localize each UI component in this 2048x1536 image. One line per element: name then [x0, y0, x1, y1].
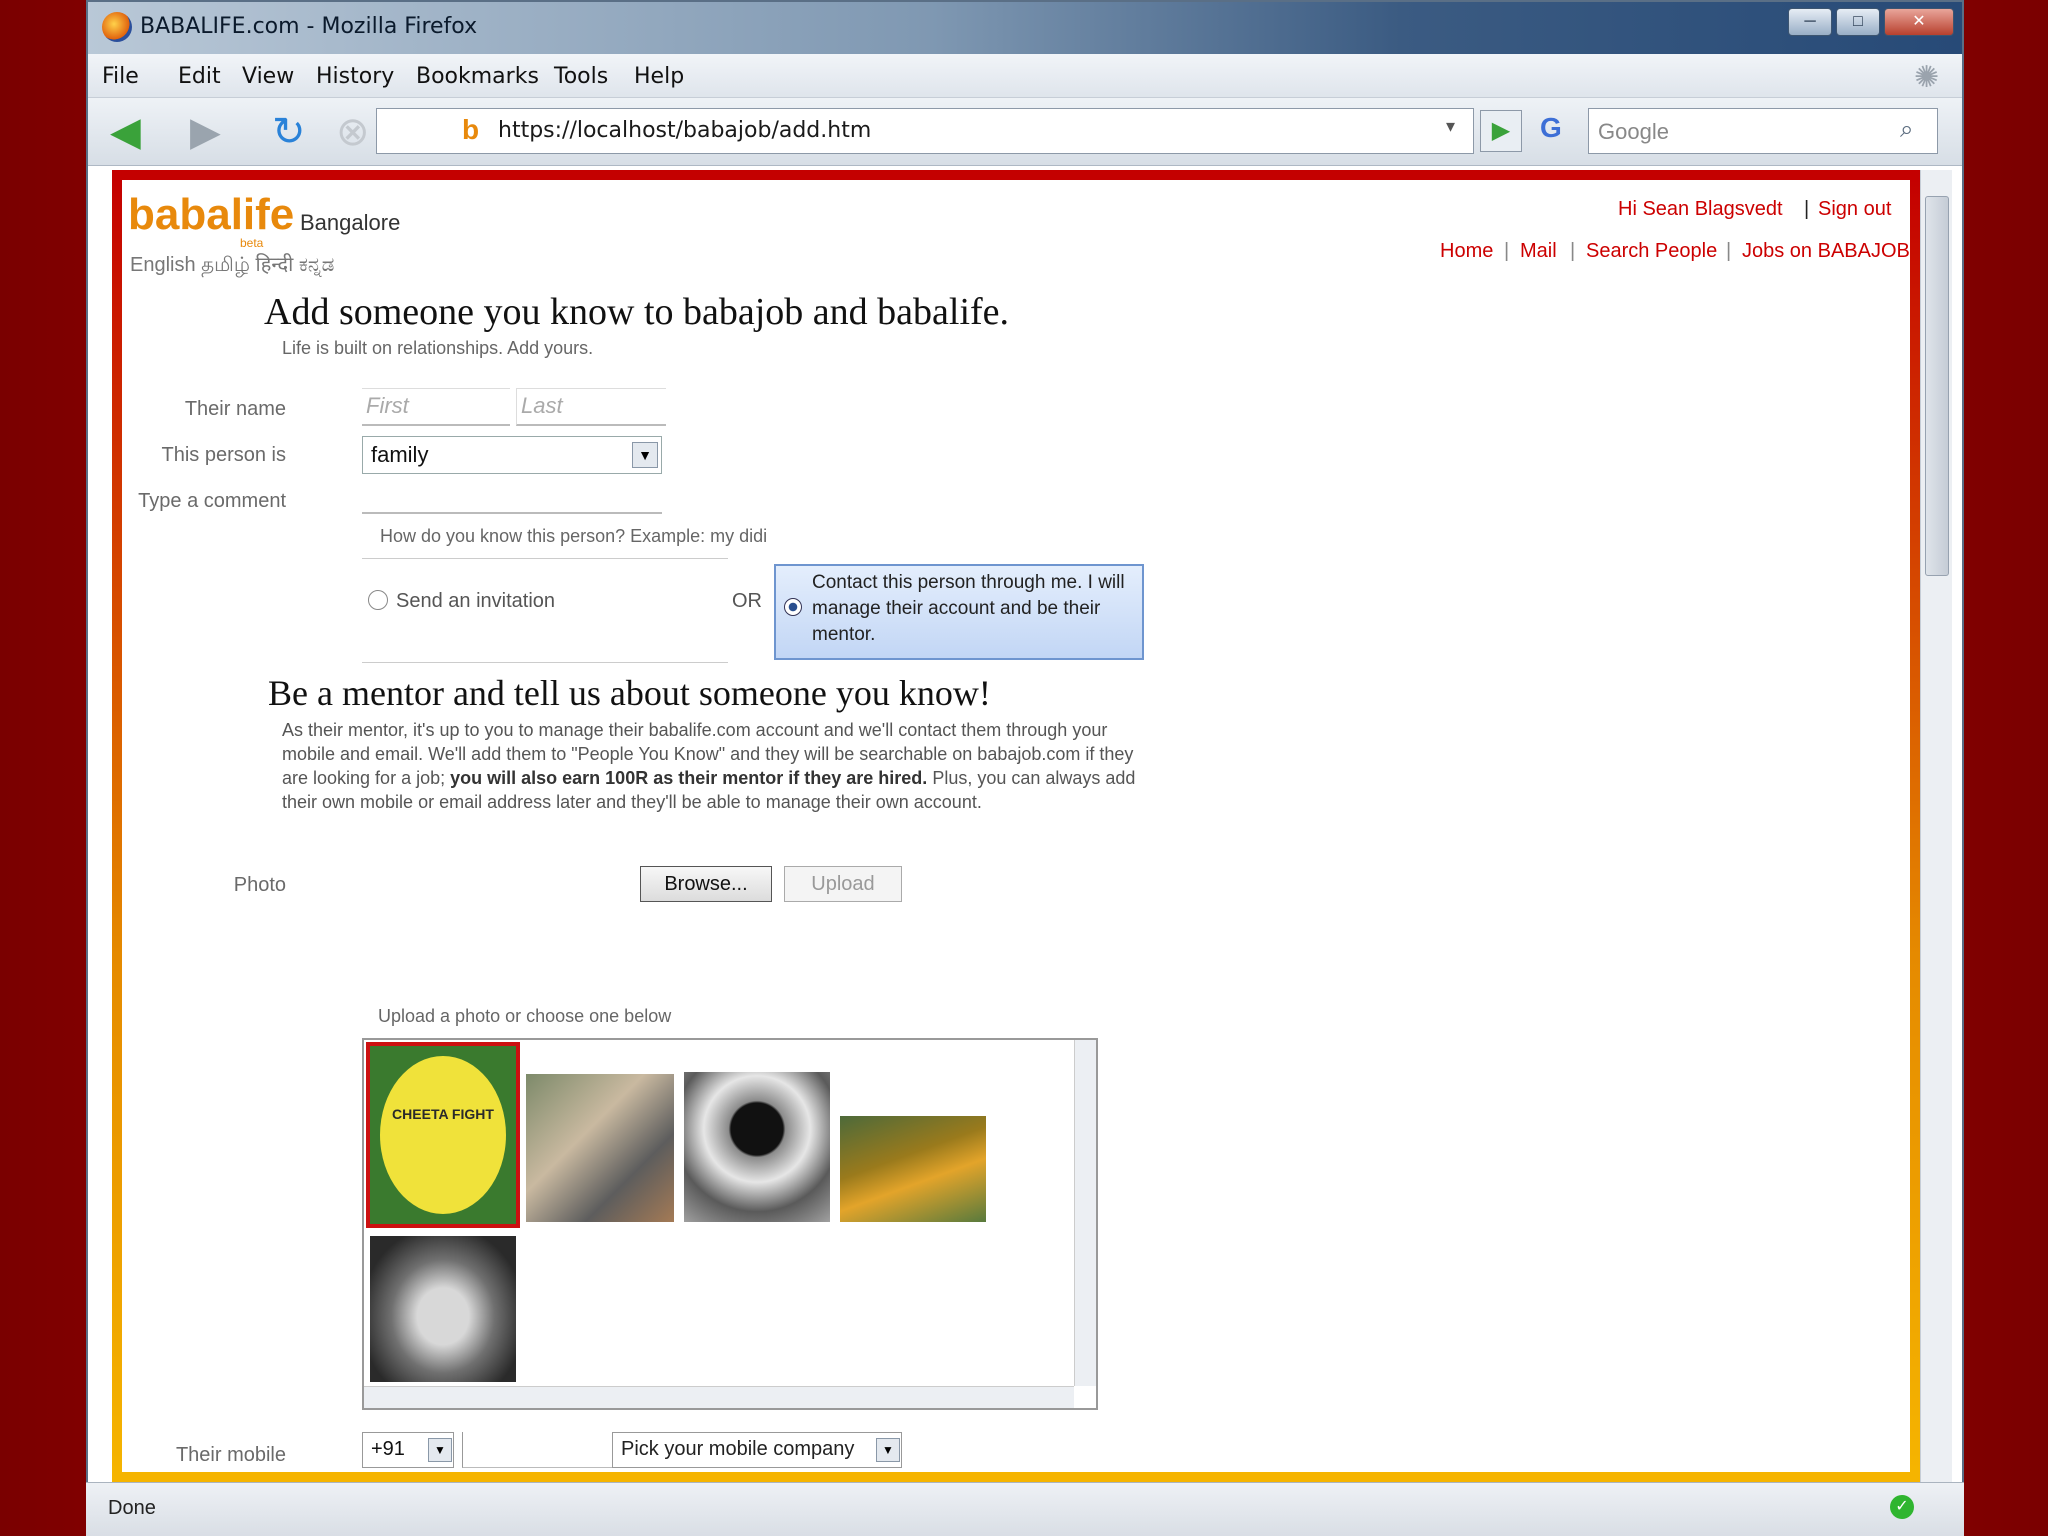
nav-separator: |: [1726, 240, 1732, 262]
status-bar: Done ✓: [86, 1482, 1964, 1536]
menu-history[interactable]: History: [316, 64, 394, 89]
status-text: Done: [108, 1497, 156, 1519]
reload-icon[interactable]: ↻: [272, 110, 306, 154]
language-links[interactable]: English தமிழ் हिन्दी ಕನ್ನಡ: [130, 250, 334, 279]
comment-label: Type a comment: [138, 490, 286, 512]
nav-mail-link[interactable]: Mail: [1520, 240, 1557, 263]
invite-label: Send an invitation: [396, 590, 556, 612]
title-bar: BABALIFE.com - Mozilla Firefox ─ □ ✕: [88, 2, 1962, 54]
photo-gallery[interactable]: CHEETA FIGHT: [362, 1038, 1098, 1410]
nav-separator: |: [1570, 240, 1576, 262]
nav-home-link[interactable]: Home: [1440, 240, 1493, 263]
search-placeholder: Google: [1598, 119, 1669, 144]
nav-separator: |: [1504, 240, 1510, 262]
add-subtitle: Life is built on relationships. Add your…: [282, 338, 594, 358]
maximize-button[interactable]: □: [1836, 8, 1880, 36]
mentor-description: As their mentor, it's up to you to manag…: [282, 718, 1146, 814]
gallery-thumb-portrait[interactable]: [684, 1072, 830, 1222]
divider: [362, 662, 728, 663]
mentor-option-label: Contact this person through me. I will m…: [812, 572, 1125, 645]
cheeta-poster: [380, 1056, 506, 1214]
forward-arrow-icon[interactable]: ▶: [190, 110, 221, 154]
greeting-link[interactable]: Hi Sean Blagsvedt: [1618, 198, 1783, 221]
divider: [362, 558, 728, 559]
page-content: babalife beta Bangalore English தமிழ் हि…: [112, 170, 1920, 1482]
header-separator: |: [1804, 198, 1810, 220]
menu-help[interactable]: Help: [634, 64, 684, 89]
thumb-caption: CHEETA FIGHT: [392, 1106, 494, 1122]
go-icon[interactable]: ▶: [1480, 110, 1522, 152]
upload-button[interactable]: Upload: [784, 866, 902, 902]
mobile-hint: If your mentee has their own mobile phon…: [378, 1474, 1003, 1482]
invite-radio[interactable]: [368, 590, 388, 610]
city-label: Bangalore: [300, 210, 401, 235]
menu-bookmarks[interactable]: Bookmarks: [416, 64, 539, 89]
window-title: BABALIFE.com - Mozilla Firefox: [140, 14, 478, 39]
gallery-thumb-animal[interactable]: [840, 1116, 986, 1222]
url-dropdown-icon[interactable]: ▾: [1446, 116, 1455, 137]
page-scrollbar[interactable]: [1920, 170, 1952, 1482]
babalife-logo[interactable]: babalife: [128, 190, 294, 240]
search-icon[interactable]: ⌕: [1900, 116, 1913, 144]
mentor-earn-text: you will also earn 100R as their mentor …: [450, 768, 928, 788]
nav-search-people-link[interactable]: Search People: [1586, 240, 1717, 263]
photo-label: Photo: [233, 874, 286, 896]
gallery-thumb-cow[interactable]: [526, 1074, 674, 1222]
mobile-number-input[interactable]: [462, 1432, 612, 1468]
or-label: OR: [732, 590, 762, 612]
menu-tools[interactable]: Tools: [554, 64, 608, 89]
stop-icon[interactable]: ⊗: [336, 110, 370, 154]
url-text[interactable]: https://localhost/babajob/add.htm: [498, 118, 871, 143]
relationship-select[interactable]: family: [362, 436, 662, 474]
gallery-thumb-cheeta[interactable]: CHEETA FIGHT: [366, 1042, 520, 1228]
last-name-input[interactable]: Last: [516, 388, 666, 426]
browse-button[interactable]: Browse...: [640, 866, 772, 902]
menu-edit[interactable]: Edit: [178, 64, 221, 89]
gallery-vscroll[interactable]: [1074, 1040, 1096, 1386]
close-button[interactable]: ✕: [1884, 8, 1954, 36]
gallery-thumb-actor[interactable]: [370, 1236, 516, 1382]
throbber-icon: ✺: [1914, 60, 1940, 95]
site-favicon: b: [462, 114, 480, 145]
search-engine-icon[interactable]: G: [1540, 112, 1562, 144]
menu-view[interactable]: View: [242, 64, 294, 89]
person-label: This person is: [161, 444, 287, 466]
check-icon: ✓: [1890, 1495, 1914, 1519]
chevron-down-icon[interactable]: ▼: [876, 1438, 900, 1462]
chevron-down-icon[interactable]: ▼: [632, 442, 658, 468]
photo-hint: Upload a photo or choose one below: [378, 1006, 672, 1026]
chevron-down-icon[interactable]: ▼: [428, 1438, 452, 1462]
beta-badge: beta: [240, 236, 264, 250]
menu-bar: File Edit View History Bookmarks Tools H…: [88, 54, 1962, 98]
add-title: Add someone you know to babajob and baba…: [264, 291, 1010, 333]
gallery-hscroll[interactable]: [364, 1386, 1074, 1408]
back-arrow-icon[interactable]: ◀: [110, 110, 141, 154]
mentor-radio[interactable]: [784, 598, 802, 616]
nav-jobs-link[interactable]: Jobs on BABAJOB: [1742, 240, 1910, 263]
menu-file[interactable]: File: [102, 64, 139, 89]
minimize-button[interactable]: ─: [1788, 8, 1832, 36]
mentor-title: Be a mentor and tell us about someone yo…: [268, 673, 991, 713]
firefox-icon: [102, 12, 132, 42]
first-name-input[interactable]: First: [362, 388, 510, 426]
carrier-select[interactable]: Pick your mobile company: [612, 1432, 902, 1468]
mobile-label: Their mobile: [175, 1444, 286, 1466]
name-label: Their name: [184, 398, 286, 420]
signout-link[interactable]: Sign out: [1818, 198, 1891, 221]
comment-input[interactable]: [362, 480, 662, 514]
scrollbar-thumb[interactable]: [1925, 196, 1949, 576]
comment-hint: How do you know this person? Example: my…: [380, 526, 768, 546]
